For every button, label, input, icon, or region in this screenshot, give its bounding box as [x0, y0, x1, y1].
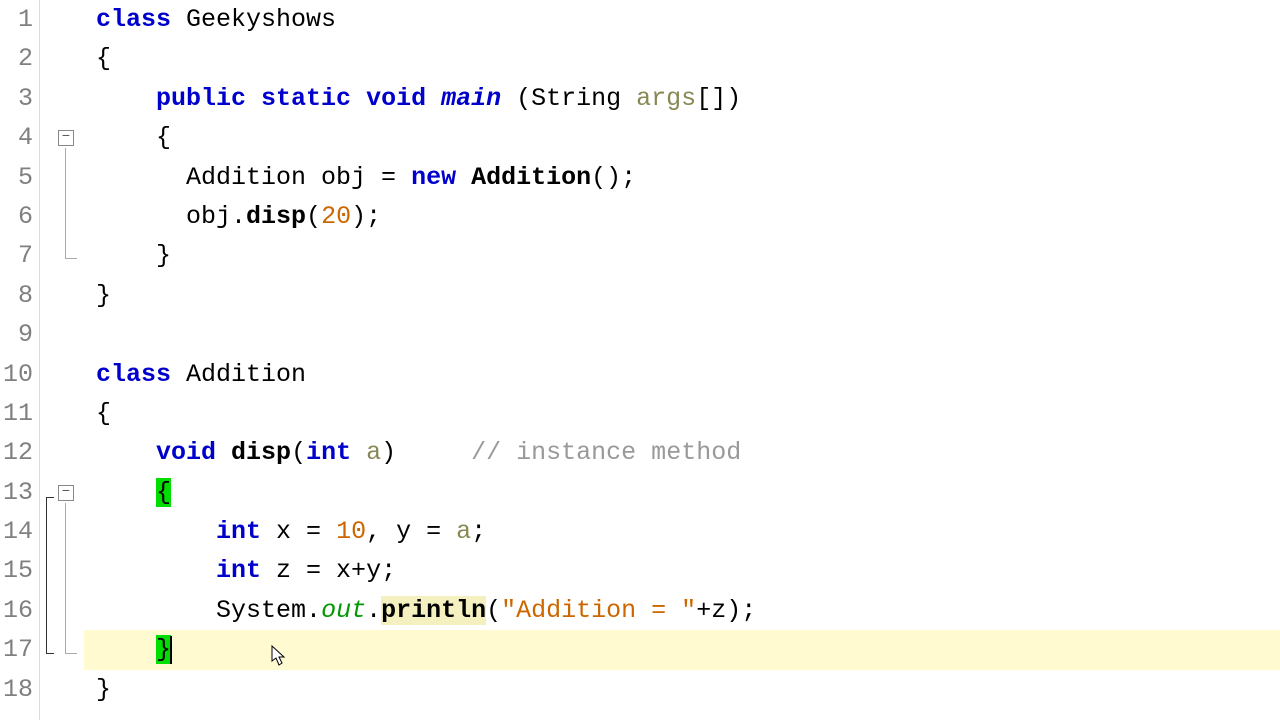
line-number: 17	[0, 630, 39, 669]
line-number: 4	[0, 118, 39, 157]
line-number: 13	[0, 473, 39, 512]
fold-column: − −	[40, 0, 84, 720]
line-number: 18	[0, 670, 39, 709]
code-line: int x = 10, y = a;	[84, 512, 1280, 551]
code-line: class Addition	[84, 355, 1280, 394]
code-line: public static void main (String args[])	[84, 79, 1280, 118]
code-line: }	[84, 276, 1280, 315]
code-line: {	[84, 394, 1280, 433]
code-line: {	[84, 39, 1280, 78]
text-cursor	[170, 636, 172, 664]
line-number: 5	[0, 158, 39, 197]
fold-toggle-icon[interactable]: −	[58, 130, 74, 146]
code-line: int z = x+y;	[84, 551, 1280, 590]
line-number: 14	[0, 512, 39, 551]
code-line: System.out.println("Addition = "+z);	[84, 591, 1280, 630]
line-number: 9	[0, 315, 39, 354]
code-line: }	[84, 236, 1280, 275]
code-line: {	[84, 118, 1280, 157]
fold-toggle-icon[interactable]: −	[58, 485, 74, 501]
code-line-current: }	[84, 630, 1280, 669]
line-number: 11	[0, 394, 39, 433]
code-line: }	[84, 670, 1280, 709]
line-number: 2	[0, 39, 39, 78]
code-line: obj.disp(20);	[84, 197, 1280, 236]
line-number: 7	[0, 236, 39, 275]
code-line: {	[84, 473, 1280, 512]
line-number: 8	[0, 276, 39, 315]
line-number: 1	[0, 0, 39, 39]
line-number: 16	[0, 591, 39, 630]
code-editor[interactable]: 123456789101112131415161718 − − class Ge…	[0, 0, 1280, 720]
code-line: Addition obj = new Addition();	[84, 158, 1280, 197]
line-number: 6	[0, 197, 39, 236]
code-line	[84, 315, 1280, 354]
line-number: 12	[0, 433, 39, 472]
line-number: 10	[0, 355, 39, 394]
code-line: void disp(int a) // instance method	[84, 433, 1280, 472]
code-line: class Geekyshows	[84, 0, 1280, 39]
line-number: 3	[0, 79, 39, 118]
line-number: 15	[0, 551, 39, 590]
line-number-gutter: 123456789101112131415161718	[0, 0, 40, 720]
code-area[interactable]: class Geekyshows { public static void ma…	[84, 0, 1280, 720]
